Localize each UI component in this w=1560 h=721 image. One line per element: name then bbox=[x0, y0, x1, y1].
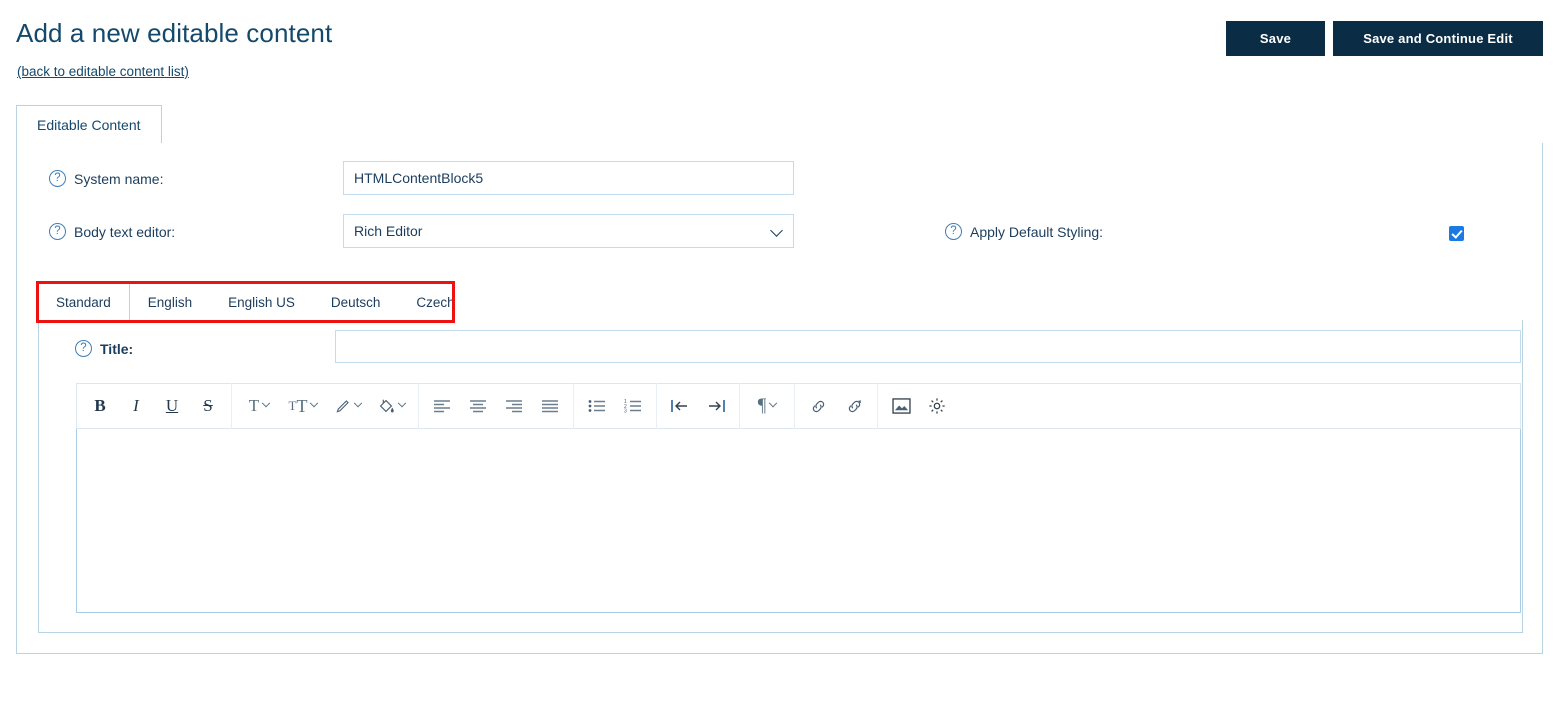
toolbar-group-insert bbox=[878, 383, 960, 429]
apply-default-styling-checkbox[interactable] bbox=[1449, 226, 1464, 241]
editor-toolbar: B I U S T TT 1 2 3 ¶ bbox=[76, 383, 1521, 429]
system-name-input[interactable] bbox=[343, 161, 794, 195]
question-mark-icon[interactable]: ? bbox=[49, 170, 66, 187]
question-mark-icon[interactable]: ? bbox=[945, 223, 962, 240]
language-tab-deutsch[interactable]: Deutsch bbox=[312, 283, 399, 321]
text-color-pen-icon[interactable] bbox=[325, 388, 369, 424]
align-left-icon[interactable] bbox=[424, 388, 460, 424]
language-tab-english-us[interactable]: English US bbox=[210, 283, 313, 321]
font-family-icon[interactable]: T bbox=[237, 388, 281, 424]
indent-icon[interactable] bbox=[698, 388, 734, 424]
language-tab-english[interactable]: English bbox=[129, 283, 211, 321]
back-to-list-link[interactable]: (back to editable content list) bbox=[17, 64, 189, 79]
toolbar-group-link bbox=[795, 383, 878, 429]
italic-icon[interactable]: I bbox=[118, 388, 154, 424]
body-text-editor-label: Body text editor: bbox=[74, 223, 176, 240]
body-text-editor-row: ? Body text editor: bbox=[49, 223, 175, 240]
outdent-icon[interactable] bbox=[662, 388, 698, 424]
language-tab-label: English bbox=[147, 294, 193, 310]
align-right-icon[interactable] bbox=[496, 388, 532, 424]
toolbar-group-indent bbox=[657, 383, 740, 429]
editor-content-area[interactable] bbox=[76, 429, 1521, 613]
image-icon[interactable] bbox=[883, 388, 919, 424]
title-input[interactable] bbox=[335, 330, 1521, 363]
numbered-list-icon[interactable]: 123 bbox=[615, 388, 651, 424]
body-text-editor-select[interactable]: Rich Editor bbox=[343, 214, 794, 248]
language-tabs: Standard English English US Deutsch Czec… bbox=[38, 283, 473, 321]
align-center-icon[interactable] bbox=[460, 388, 496, 424]
svg-text:3: 3 bbox=[624, 409, 627, 414]
system-name-row: ? System name: bbox=[49, 170, 163, 187]
save-button[interactable]: Save bbox=[1226, 21, 1325, 56]
selected-option-label: Rich Editor bbox=[354, 223, 423, 239]
language-tabstrip: Standard English English US Deutsch Czec… bbox=[38, 283, 1523, 321]
language-tab-czech[interactable]: Czech bbox=[398, 283, 473, 321]
language-tab-standard[interactable]: Standard bbox=[38, 283, 130, 321]
body-text-editor-select-wrap: Rich Editor bbox=[343, 214, 794, 248]
main-tabstrip: Editable Content bbox=[16, 105, 1543, 144]
link-icon[interactable] bbox=[800, 388, 836, 424]
system-name-label: System name: bbox=[74, 170, 164, 187]
toolbar-group-lists: 123 bbox=[574, 383, 657, 429]
apply-default-styling-label: Apply Default Styling: bbox=[970, 223, 1104, 240]
language-tab-label: English US bbox=[228, 294, 295, 310]
strikethrough-icon[interactable]: S bbox=[190, 388, 226, 424]
tab-label: Editable Content bbox=[37, 116, 141, 133]
question-mark-icon[interactable]: ? bbox=[49, 223, 66, 240]
underline-icon[interactable]: U bbox=[154, 388, 190, 424]
language-tab-label: Czech bbox=[416, 294, 455, 310]
bullet-list-icon[interactable] bbox=[579, 388, 615, 424]
title-row: ? Title: bbox=[75, 340, 133, 357]
tab-editable-content[interactable]: Editable Content bbox=[16, 105, 162, 144]
title-label: Title: bbox=[100, 340, 134, 357]
editable-content-panel: ? System name: ? Body text editor: Rich … bbox=[16, 143, 1543, 654]
highlight-bucket-icon[interactable] bbox=[369, 388, 413, 424]
language-tab-label: Deutsch bbox=[330, 294, 381, 310]
question-mark-icon[interactable]: ? bbox=[75, 340, 92, 357]
align-justify-icon[interactable] bbox=[532, 388, 568, 424]
bold-icon[interactable]: B bbox=[82, 388, 118, 424]
language-content-panel: ? Title: B I U S T T T 1 2 3 ¶ bbox=[38, 320, 1523, 633]
rich-text-editor: B I U S T TT 1 2 3 ¶ bbox=[76, 383, 1521, 614]
toolbar-group-paragraph: ¶ bbox=[740, 383, 795, 429]
font-size-icon[interactable]: TT bbox=[281, 388, 325, 424]
paragraph-format-icon[interactable]: ¶ bbox=[745, 388, 789, 424]
toolbar-group-alignment bbox=[419, 383, 574, 429]
gear-icon[interactable] bbox=[919, 388, 955, 424]
save-and-continue-edit-button[interactable]: Save and Continue Edit bbox=[1333, 21, 1543, 56]
unlink-icon[interactable] bbox=[836, 388, 872, 424]
page-title: Add a new editable content bbox=[16, 18, 333, 48]
toolbar-group-text-style: B I U S bbox=[77, 383, 232, 429]
apply-default-styling-row: ? Apply Default Styling: bbox=[945, 223, 1103, 240]
page-root: Add a new editable content (back to edit… bbox=[0, 0, 1560, 721]
language-tab-label: Standard bbox=[56, 294, 111, 310]
toolbar-group-font: T TT bbox=[232, 383, 419, 429]
